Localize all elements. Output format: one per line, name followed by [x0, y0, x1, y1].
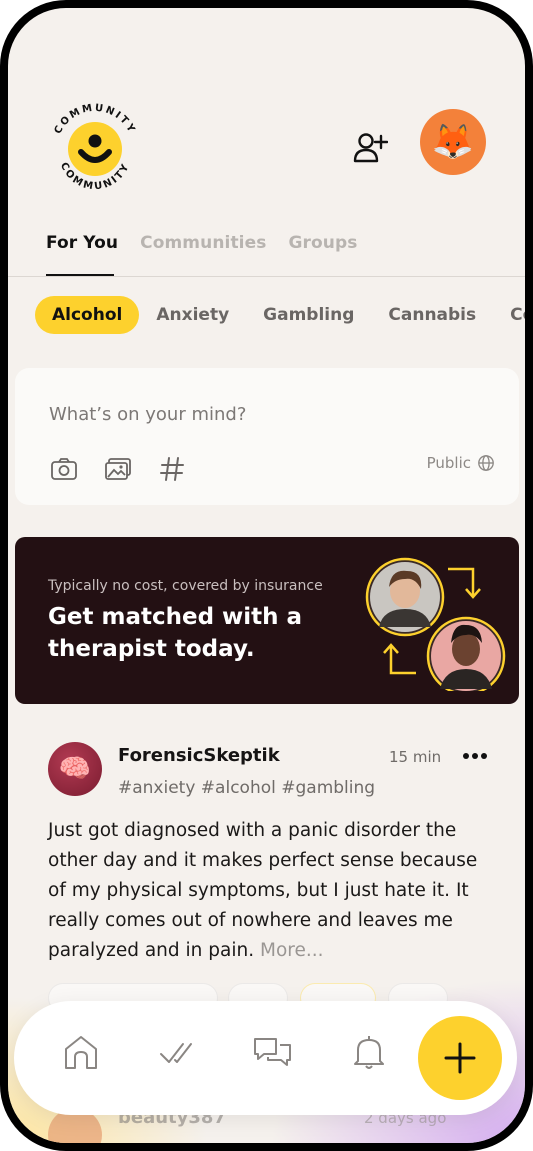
home-icon[interactable] [61, 1032, 101, 1072]
topic-chips: Alcohol Anxiety Gambling Cannabis Coc [35, 296, 525, 334]
checkmarks-icon[interactable] [156, 1032, 196, 1072]
chip-anxiety[interactable]: Anxiety [139, 296, 246, 334]
tab-groups[interactable]: Groups [288, 233, 357, 253]
post-author-name[interactable]: ForensicSkeptik [118, 745, 280, 766]
post-composer[interactable]: What’s on your mind? Public [15, 368, 519, 505]
add-user-icon[interactable] [352, 130, 388, 166]
therapist-promo-banner[interactable]: Typically no cost, covered by insurance … [15, 537, 519, 704]
more-options-icon[interactable] [460, 744, 490, 768]
messages-icon[interactable] [252, 1032, 292, 1072]
plus-icon [444, 1042, 476, 1074]
brain-avatar-icon: 🧠 [58, 754, 92, 784]
tab-for-you[interactable]: For You [46, 233, 118, 253]
chip-cocaine[interactable]: Coc [493, 296, 525, 334]
phone-frame: COMMUNITY COMMUNITY 🦊 For You Communitie… [0, 0, 533, 1151]
community-logo: COMMUNITY COMMUNITY [53, 103, 136, 193]
chip-alcohol[interactable]: Alcohol [35, 296, 140, 334]
globe-icon [478, 455, 494, 471]
visibility-selector[interactable]: Public [427, 454, 495, 472]
composer-input[interactable]: What’s on your mind? [49, 404, 246, 425]
camera-icon[interactable] [49, 454, 79, 484]
post-timestamp: 15 min [389, 748, 442, 766]
chip-cannabis[interactable]: Cannabis [371, 296, 493, 334]
gallery-icon[interactable] [103, 454, 133, 484]
visibility-label: Public [426, 454, 471, 472]
therapist-match-illustration [365, 557, 506, 691]
tab-communities[interactable]: Communities [140, 233, 266, 253]
hashtag-icon[interactable] [157, 454, 187, 484]
post-author-avatar[interactable]: 🧠 [48, 742, 102, 796]
chip-gambling[interactable]: Gambling [246, 296, 371, 334]
app-screen: COMMUNITY COMMUNITY 🦊 For You Communitie… [8, 8, 525, 1143]
read-more-link[interactable]: More... [260, 940, 324, 961]
bottom-navigation [14, 1001, 517, 1115]
create-post-button[interactable] [418, 1016, 502, 1100]
post-hashtags[interactable]: #anxiety #alcohol #gambling [118, 778, 375, 798]
profile-avatar[interactable]: 🦊 [420, 109, 486, 175]
composer-actions [49, 454, 187, 484]
feed-tabs: For You Communities Groups [46, 233, 357, 253]
promo-subtitle: Typically no cost, covered by insurance [48, 578, 323, 594]
tabs-divider [8, 276, 525, 277]
promo-title: Get matched with a therapist today. [48, 604, 303, 662]
post-body: Just got diagnosed with a panic disorder… [48, 816, 498, 966]
bell-icon[interactable] [349, 1032, 389, 1072]
fox-avatar-icon: 🦊 [431, 122, 475, 162]
